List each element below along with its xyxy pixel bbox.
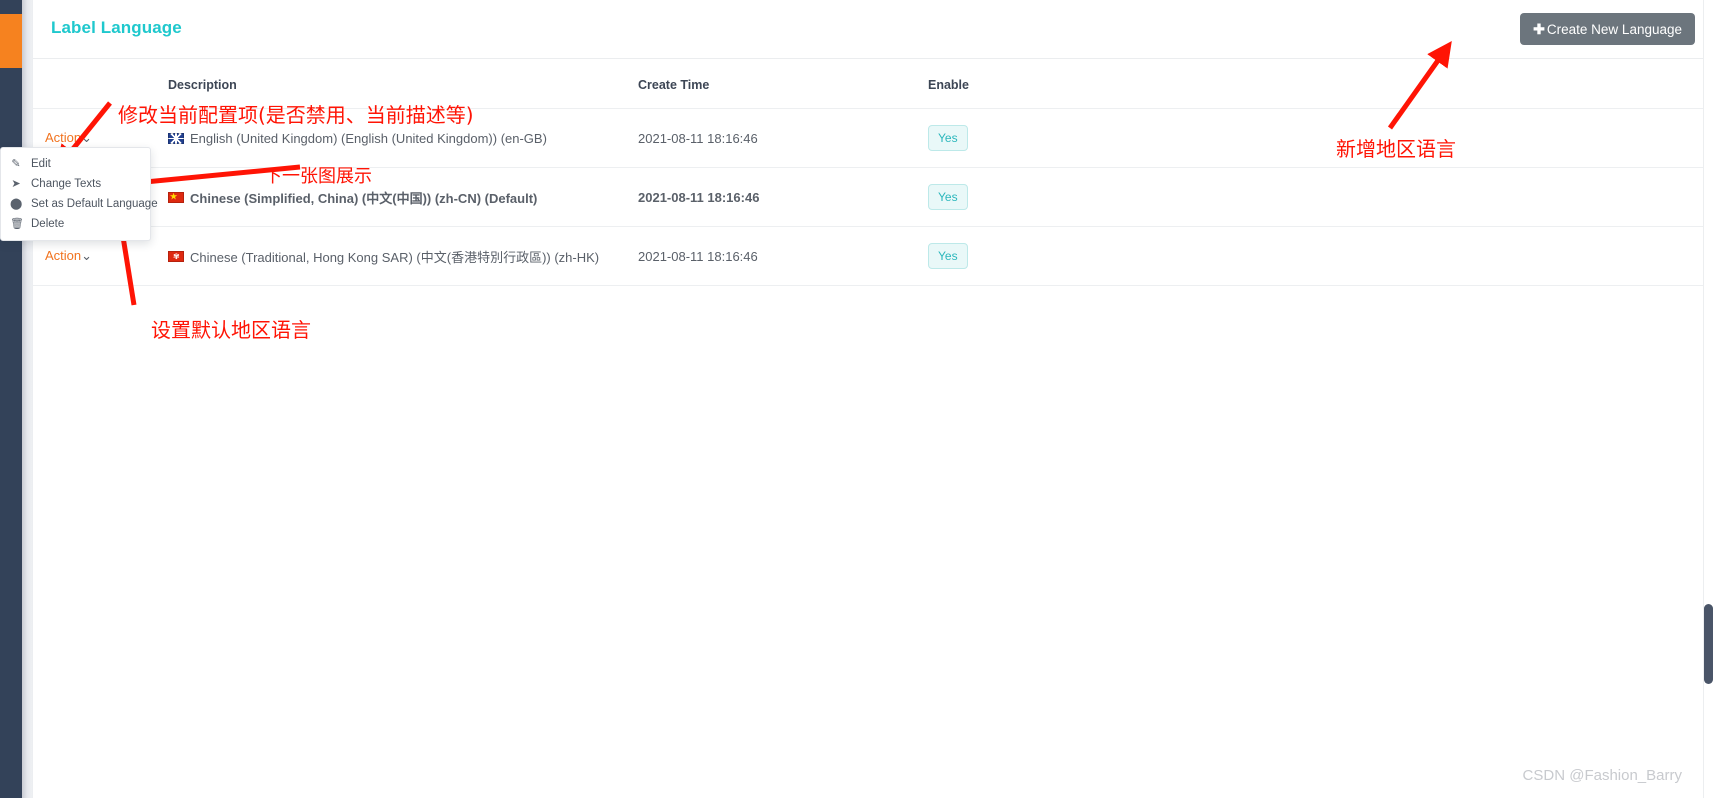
create-new-language-label: Create New Language [1547, 22, 1682, 37]
plus-icon: ✚ [1533, 22, 1545, 36]
table-cell-enable: Yes [928, 109, 1058, 168]
sidebar-active-marker [0, 14, 22, 68]
table-row: Action⌄Chinese (Simplified, China) (中文(中… [33, 168, 1714, 227]
language-description: Chinese (Simplified, China) (中文(中国)) (zh… [190, 188, 537, 207]
dropdown-item-edit[interactable]: ✎ Edit [1, 154, 150, 174]
create-new-language-button[interactable]: ✚ Create New Language [1520, 13, 1695, 45]
csdn-watermark: CSDN @Fashion_Barry [1523, 767, 1682, 784]
page-scrollbar-thumb[interactable] [1704, 604, 1713, 684]
column-header-enable: Enable [928, 59, 1058, 109]
dropdown-item-set-as-default-language[interactable]: ⬤Set as Default Language [1, 194, 150, 214]
column-header-description: Description [168, 59, 638, 109]
table-header-row: Description Create Time Enable [33, 59, 1714, 109]
table-row: Action⌄ Chinese (Traditional, Hong Kong S… [33, 227, 1714, 286]
content-card: Label Language ✚ Create New Language Des… [32, 0, 1714, 798]
table-cell-description: English (United Kingdom) (English (Unite… [168, 109, 638, 168]
column-header-spacer [1058, 59, 1714, 109]
column-header-create-time: Create Time [638, 59, 928, 109]
left-sidebar [0, 0, 22, 798]
action-dropdown-menu[interactable]: ✎ Edit ➤ Change Texts ⬤Set as Default Langua… [0, 147, 151, 241]
table-cell-enable: Yes [928, 227, 1058, 286]
chevron-down-icon: ⌄ [81, 248, 92, 263]
table-cell-spacer [1058, 227, 1714, 286]
paper-plane-icon: ➤ [10, 179, 22, 190]
dropdown-item-label: Change Texts [31, 178, 101, 190]
action-dropdown-toggle[interactable]: Action [45, 248, 81, 263]
dropdown-item-delete[interactable]: 🗑 Delete [1, 214, 150, 234]
chevron-down-icon: ⌄ [81, 130, 92, 145]
dropdown-item-change-texts[interactable]: ➤ Change Texts [1, 174, 150, 194]
pencil-icon: ✎ [10, 159, 22, 170]
card-header: Label Language ✚ Create New Language [33, 0, 1714, 59]
table-cell-spacer [1058, 109, 1714, 168]
dropdown-item-label: Edit [31, 158, 51, 170]
enable-status-badge: Yes [928, 184, 968, 210]
enable-status-badge: Yes [928, 125, 968, 151]
lightbulb-icon: ⬤ [10, 199, 22, 210]
page-title: Label Language [51, 18, 182, 38]
language-table: Description Create Time Enable Action⌄En… [33, 59, 1714, 286]
dropdown-item-label: Set as Default Language [31, 198, 158, 210]
flag-icon-cn [168, 192, 184, 203]
app-root: Label Language ✚ Create New Language Des… [0, 0, 1714, 798]
table-head: Description Create Time Enable [33, 59, 1714, 109]
column-header-action [33, 59, 168, 109]
table-cell-create-time: 2021-08-11 18:16:46 [638, 227, 928, 286]
table-cell-description: Chinese (Traditional, Hong Kong SAR) (中文… [168, 227, 638, 286]
enable-status-badge: Yes [928, 243, 968, 269]
table-cell-description: Chinese (Simplified, China) (中文(中国)) (zh… [168, 168, 638, 227]
table-cell-enable: Yes [928, 168, 1058, 227]
flag-icon-hk [168, 251, 184, 262]
table-cell-spacer [1058, 168, 1714, 227]
table-cell-create-time: 2021-08-11 18:16:46 [638, 109, 928, 168]
language-description: English (United Kingdom) (English (Unite… [190, 131, 547, 146]
table-cell-create-time: 2021-08-11 18:16:46 [638, 168, 928, 227]
table-row: Action⌄ English (United Kingdom) (English… [33, 109, 1714, 168]
sidebar-gutter [22, 0, 32, 798]
dropdown-item-label: Delete [31, 218, 64, 230]
table-body: Action⌄English (United Kingdom) (English… [33, 109, 1714, 286]
language-description: Chinese (Traditional, Hong Kong SAR) (中文… [190, 247, 599, 266]
flag-icon-gb [168, 133, 184, 144]
trash-icon: 🗑 [10, 219, 22, 230]
action-dropdown-toggle[interactable]: Action [45, 130, 81, 145]
